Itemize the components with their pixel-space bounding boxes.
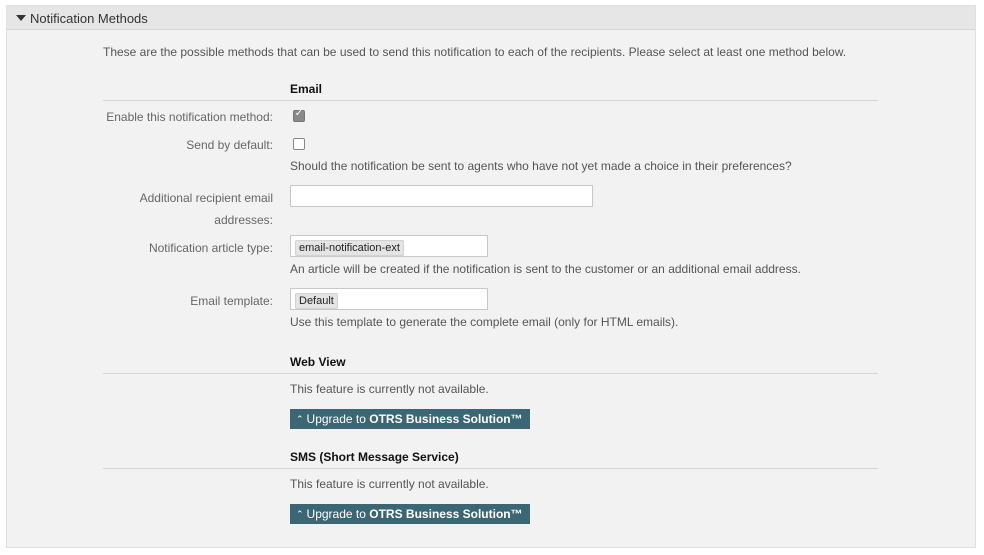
- email-template-label: Email template:: [190, 294, 273, 308]
- email-template-selected-token[interactable]: Default: [295, 293, 338, 309]
- email-template-description: Use this template to generate the comple…: [290, 315, 679, 329]
- email-section-title: Email: [290, 82, 323, 96]
- double-chevron-up-icon: ⌃: [296, 415, 304, 425]
- sms-upgrade-button[interactable]: ⌃ Upgrade to OTRS Business Solution™: [290, 504, 530, 524]
- enable-method-checkbox[interactable]: ✓: [293, 108, 305, 122]
- email-template-select[interactable]: Default: [290, 288, 488, 310]
- panel-title: Notification Methods: [30, 11, 148, 26]
- recipients-email-input[interactable]: [290, 185, 593, 207]
- recipients-label-line1: Additional recipient email: [139, 191, 273, 205]
- article-type-description: An article will be created if the notifi…: [290, 262, 801, 276]
- notification-methods-panel: Notification Methods: [6, 5, 976, 548]
- send-default-description: Should the notification be sent to agent…: [290, 159, 792, 173]
- enable-method-label: Enable this notification method:: [106, 110, 273, 124]
- sms-section-title: SMS (Short Message Service): [290, 450, 459, 464]
- intro-text: These are the possible methods that can …: [103, 45, 847, 59]
- sms-section-divider: [103, 468, 878, 469]
- article-type-selected-token[interactable]: email-notification-ext: [295, 240, 404, 256]
- email-section-divider: [103, 100, 878, 101]
- upgrade-button-prefix: Upgrade to: [306, 412, 370, 426]
- webview-upgrade-button[interactable]: ⌃ Upgrade to OTRS Business Solution™: [290, 409, 530, 429]
- article-type-label: Notification article type:: [148, 241, 273, 255]
- article-type-select[interactable]: email-notification-ext: [290, 235, 488, 257]
- triangle-down-icon[interactable]: [16, 15, 26, 21]
- upgrade-button-prefix: Upgrade to: [306, 507, 370, 521]
- send-default-label: Send by default:: [186, 138, 273, 152]
- webview-section-divider: [103, 373, 878, 374]
- send-default-checkbox[interactable]: [293, 138, 305, 150]
- upgrade-button-product: OTRS Business Solution™: [369, 412, 523, 426]
- webview-unavailable-text: This feature is currently not available.: [290, 382, 489, 396]
- double-chevron-up-icon: ⌃: [296, 510, 304, 520]
- upgrade-button-product: OTRS Business Solution™: [369, 507, 523, 521]
- panel-header[interactable]: Notification Methods: [7, 6, 975, 30]
- sms-unavailable-text: This feature is currently not available.: [290, 477, 489, 491]
- checkmark-icon: ✓: [294, 108, 304, 119]
- webview-section-title: Web View: [290, 355, 346, 369]
- recipients-label-line2: addresses:: [214, 213, 273, 227]
